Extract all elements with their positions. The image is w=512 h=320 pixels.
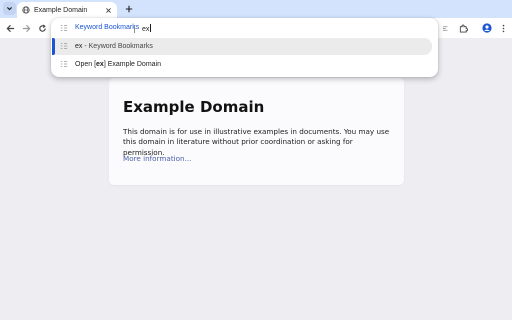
profile-icon	[482, 23, 492, 33]
bookmark-search-icon	[60, 60, 68, 68]
keyword-divider	[134, 25, 135, 33]
new-tab-button[interactable]	[123, 3, 135, 15]
tab-search-icon	[442, 25, 447, 31]
tab-search-button[interactable]	[3, 2, 16, 15]
profile-button[interactable]	[481, 22, 493, 34]
tab-search-toolbar-button[interactable]	[440, 22, 452, 34]
chevron-down-icon	[7, 7, 12, 11]
page-heading: Example Domain	[123, 98, 265, 116]
reload-icon	[38, 23, 46, 32]
more-information-link[interactable]: More information...	[123, 154, 191, 163]
menu-button[interactable]	[497, 22, 509, 34]
tab-title: Example Domain	[34, 6, 88, 14]
back-button[interactable]	[4, 22, 16, 34]
bookmark-search-icon	[60, 42, 68, 50]
suggestion-keyword-bookmarks[interactable]: ex - Keyword Bookmarks	[52, 38, 432, 55]
omnibox-input-row[interactable]: Keyword Bookmarks ex	[51, 20, 438, 36]
omnibox-popup: Keyword Bookmarks ex ex - Keyword Bookma…	[51, 18, 438, 77]
suggestion-open-example-domain[interactable]: Open [ex] Example Domain	[53, 56, 432, 73]
kebab-menu-icon	[502, 24, 504, 32]
page-content-card: Example Domain This domain is for use in…	[109, 78, 404, 185]
keyword-chip: Keyword Bookmarks	[75, 24, 140, 31]
bookmark-search-icon	[60, 24, 68, 32]
puzzle-icon	[459, 24, 468, 33]
suggestion-description: Keyword Bookmarks	[88, 43, 153, 50]
selection-indicator	[52, 38, 55, 55]
text-caret	[149, 24, 151, 32]
tab-example-domain[interactable]: Example Domain	[17, 2, 117, 18]
omnibox-input[interactable]: ex	[142, 24, 151, 33]
extensions-button[interactable]	[457, 22, 469, 34]
suggestion-keyword: ex	[96, 61, 104, 68]
suggestion-text: Open [ex] Example Domain	[75, 61, 161, 68]
close-icon[interactable]	[103, 5, 113, 15]
suggestion-prefix: Open [	[75, 61, 97, 68]
back-arrow-icon	[6, 24, 14, 32]
globe-icon	[22, 6, 30, 14]
forward-button[interactable]	[20, 22, 32, 34]
forward-arrow-icon	[22, 24, 30, 32]
omnibox-input-text: ex	[142, 26, 150, 33]
tab-strip: Example Domain	[0, 0, 512, 18]
reload-button[interactable]	[36, 22, 48, 34]
plus-icon	[125, 5, 133, 13]
suggestion-suffix: ] Example Domain	[103, 61, 162, 68]
suggestion-text: ex - Keyword Bookmarks	[75, 43, 153, 50]
